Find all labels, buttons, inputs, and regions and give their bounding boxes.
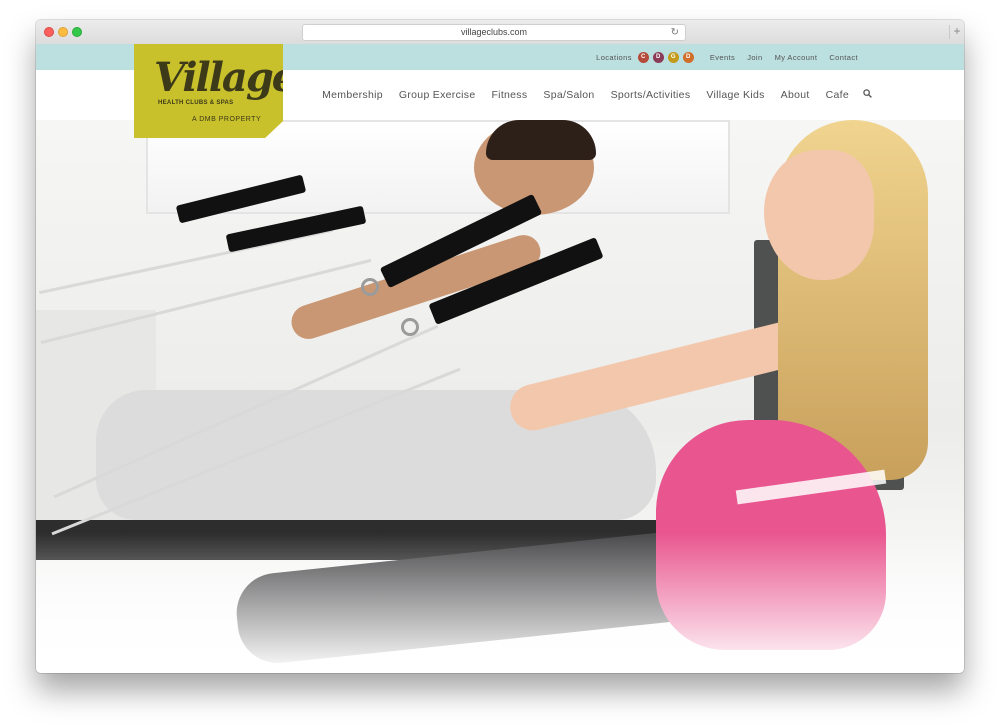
location-badge-g[interactable]: G bbox=[667, 51, 679, 63]
nav-fitness[interactable]: Fitness bbox=[491, 89, 527, 101]
nav-about[interactable]: About bbox=[781, 89, 810, 101]
hero-ring bbox=[361, 278, 379, 296]
nav-sports-activities[interactable]: Sports/Activities bbox=[611, 89, 691, 101]
village-logo[interactable]: Village HEALTH CLUBS & SPAS A DMB PROPER… bbox=[134, 44, 283, 138]
location-badge-d2[interactable]: D bbox=[682, 51, 694, 63]
nav-village-kids[interactable]: Village Kids bbox=[706, 89, 764, 101]
close-window-button[interactable] bbox=[44, 27, 54, 37]
hero-bottom-fade bbox=[36, 533, 964, 673]
nav-cafe[interactable]: Cafe bbox=[826, 89, 849, 101]
events-link[interactable]: Events bbox=[710, 53, 735, 62]
logo-wordmark: Village bbox=[154, 54, 296, 101]
browser-window: villageclubs.com ↻ + Locations C D G D E… bbox=[36, 20, 964, 673]
location-badge-c[interactable]: C bbox=[637, 51, 649, 63]
address-bar[interactable]: villageclubs.com ↻ bbox=[302, 24, 686, 41]
nav-membership[interactable]: Membership bbox=[322, 89, 383, 101]
hero-ring bbox=[401, 318, 419, 336]
my-account-link[interactable]: My Account bbox=[775, 53, 818, 62]
address-bar-url: villageclubs.com bbox=[460, 27, 528, 37]
zoom-window-button[interactable] bbox=[72, 27, 82, 37]
hero-woman-face bbox=[764, 150, 874, 280]
new-tab-button[interactable]: + bbox=[949, 25, 964, 39]
hero-man-hair bbox=[486, 120, 596, 160]
hero-image bbox=[36, 120, 964, 673]
nav-group-exercise[interactable]: Group Exercise bbox=[399, 89, 476, 101]
main-nav: Membership Group Exercise Fitness Spa/Sa… bbox=[306, 70, 964, 120]
join-link[interactable]: Join bbox=[747, 53, 762, 62]
locations-label: Locations bbox=[596, 52, 632, 62]
logo-property: A DMB PROPERTY bbox=[192, 116, 262, 123]
reload-icon[interactable]: ↻ bbox=[671, 25, 679, 40]
minimize-window-button[interactable] bbox=[58, 27, 68, 37]
location-badge-d1[interactable]: D bbox=[652, 51, 664, 63]
search-icon[interactable] bbox=[863, 89, 872, 101]
nav-spa-salon[interactable]: Spa/Salon bbox=[543, 89, 594, 101]
logo-subtitle: HEALTH CLUBS & SPAS bbox=[158, 100, 234, 106]
contact-link[interactable]: Contact bbox=[829, 53, 858, 62]
utility-nav: Locations C D G D Events Join My Account… bbox=[596, 44, 964, 70]
browser-toolbar: villageclubs.com ↻ + bbox=[36, 20, 964, 45]
